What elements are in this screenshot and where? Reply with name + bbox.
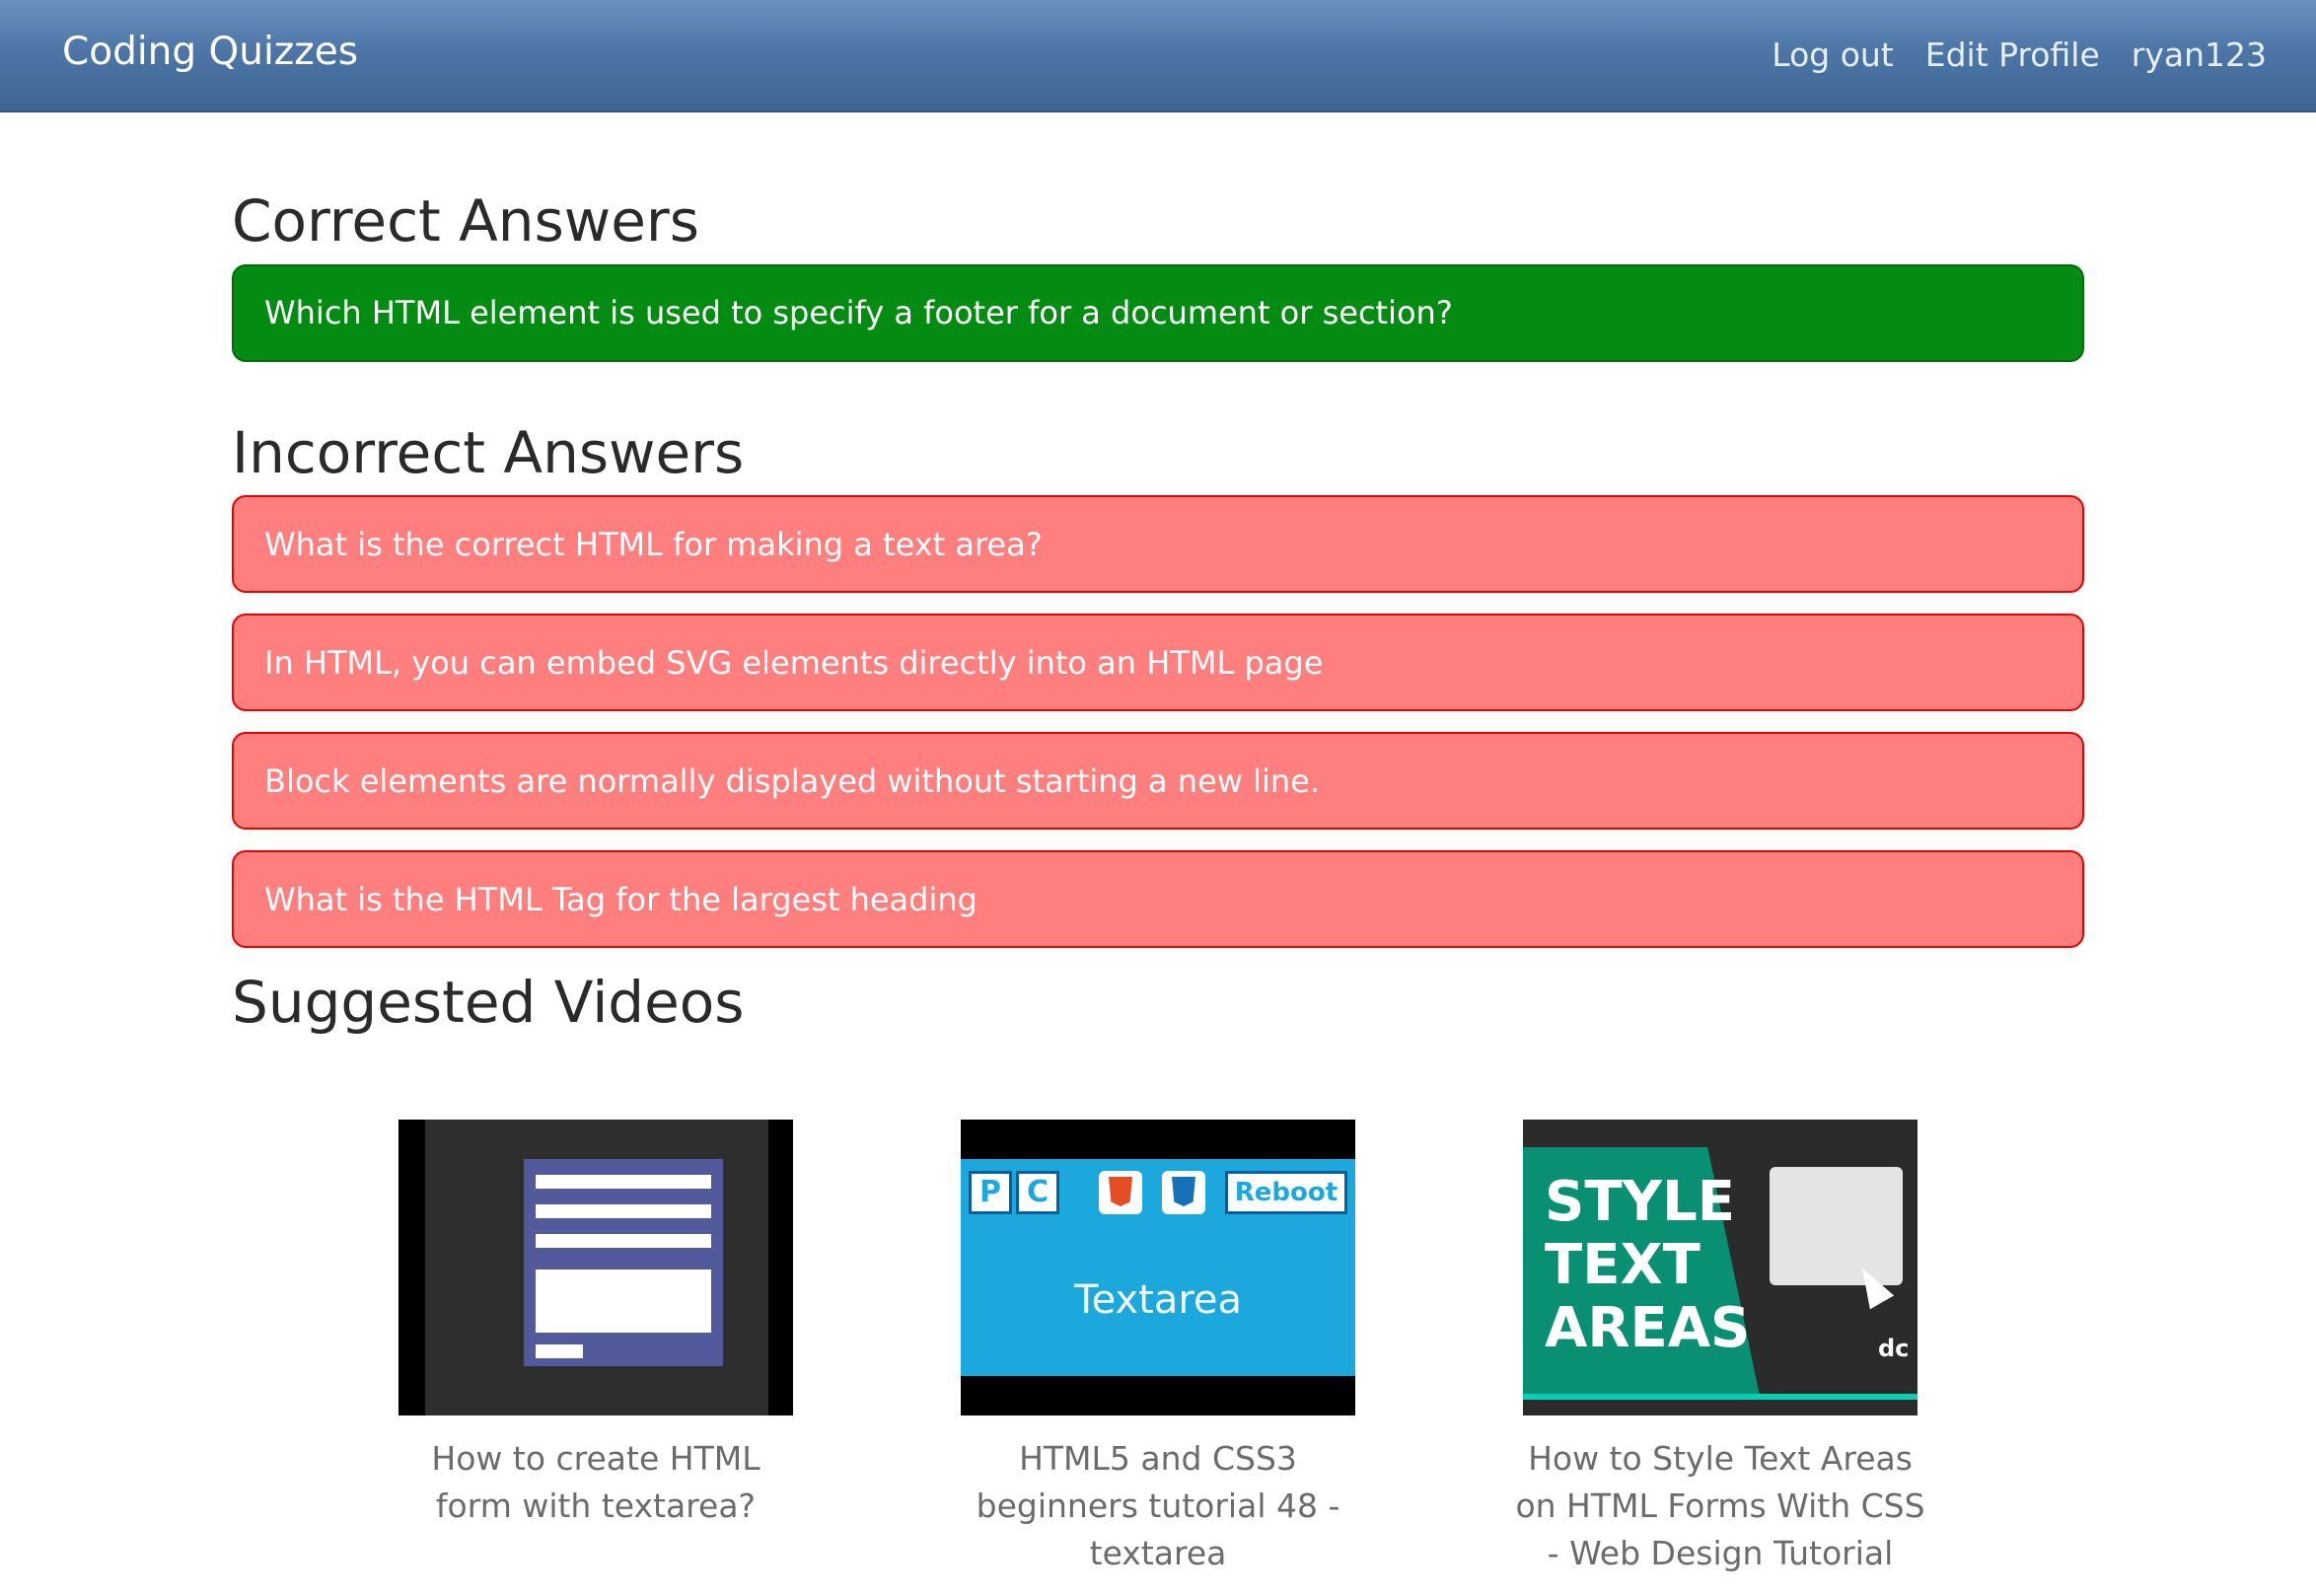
- thumbnail-title: STYLE TEXT AREAS: [1545, 1171, 1750, 1360]
- incorrect-answer-item: Block elements are normally displayed wi…: [232, 732, 2084, 831]
- thumbnail-word: STYLE: [1545, 1170, 1736, 1234]
- dc-logo: dc: [1878, 1335, 1910, 1362]
- video-card[interactable]: How to create HTML form with textarea?: [389, 1120, 803, 1530]
- form-field-shape: [536, 1234, 711, 1248]
- video-thumbnail[interactable]: [398, 1120, 793, 1415]
- thumbnail-word: AREAS: [1545, 1296, 1751, 1360]
- correct-answer-item: Which HTML element is used to specify a …: [232, 263, 2084, 362]
- video-card[interactable]: STYLE TEXT AREAS dc How to Style Text Ar…: [1513, 1120, 1927, 1577]
- thumbnail-title: Textarea: [1073, 1277, 1243, 1323]
- reboot-tile: Reboot: [1225, 1171, 1347, 1214]
- top-navbar: Coding Quizzes Log out Edit Profile ryan…: [0, 0, 2316, 112]
- form-field-shape: [536, 1204, 711, 1218]
- video-thumbnail[interactable]: P C Reboot Textarea: [961, 1120, 1355, 1415]
- video-title[interactable]: HTML5 and CSS3 beginners tutorial 48 - t…: [951, 1435, 1365, 1577]
- letter-tile: C: [1016, 1171, 1059, 1214]
- incorrect-answer-item: What is the correct HTML for making a te…: [232, 495, 2084, 594]
- incorrect-answers-heading: Incorrect Answers: [232, 418, 745, 486]
- thumbnail-stripe: [1523, 1394, 1918, 1400]
- form-illustration: [524, 1159, 723, 1366]
- incorrect-answer-item: What is the HTML Tag for the largest hea…: [232, 850, 2084, 949]
- textarea-shape: [536, 1270, 711, 1333]
- username-link[interactable]: ryan123: [2132, 36, 2267, 74]
- video-thumbnail[interactable]: STYLE TEXT AREAS dc: [1523, 1120, 1918, 1415]
- incorrect-answer-item: In HTML, you can embed SVG elements dire…: [232, 614, 2084, 712]
- video-list: How to create HTML form with textarea? P…: [0, 942, 2316, 1593]
- logout-link[interactable]: Log out: [1772, 36, 1893, 74]
- video-title[interactable]: How to Style Text Areas on HTML Forms Wi…: [1513, 1435, 1927, 1577]
- css3-logo-icon: [1162, 1171, 1205, 1214]
- thumbnail-background: P C Reboot Textarea: [961, 1159, 1355, 1376]
- html5-logo-icon: [1099, 1171, 1142, 1214]
- brand-link[interactable]: Coding Quizzes: [62, 30, 358, 74]
- textarea-illustration: [1770, 1167, 1903, 1285]
- form-field-shape: [536, 1175, 711, 1189]
- video-card[interactable]: P C Reboot Textarea HTML5 and CSS3 begin…: [951, 1120, 1365, 1577]
- submit-shape: [536, 1344, 583, 1358]
- correct-answers-heading: Correct Answers: [232, 187, 699, 254]
- thumbnail-word: TEXT: [1545, 1233, 1701, 1297]
- edit-profile-link[interactable]: Edit Profile: [1925, 36, 2100, 74]
- video-title[interactable]: How to create HTML form with textarea?: [389, 1435, 803, 1530]
- thumbnail-background: [425, 1120, 768, 1415]
- nav-links: Log out Edit Profile ryan123: [1772, 36, 2267, 74]
- letter-tile: P: [969, 1171, 1012, 1214]
